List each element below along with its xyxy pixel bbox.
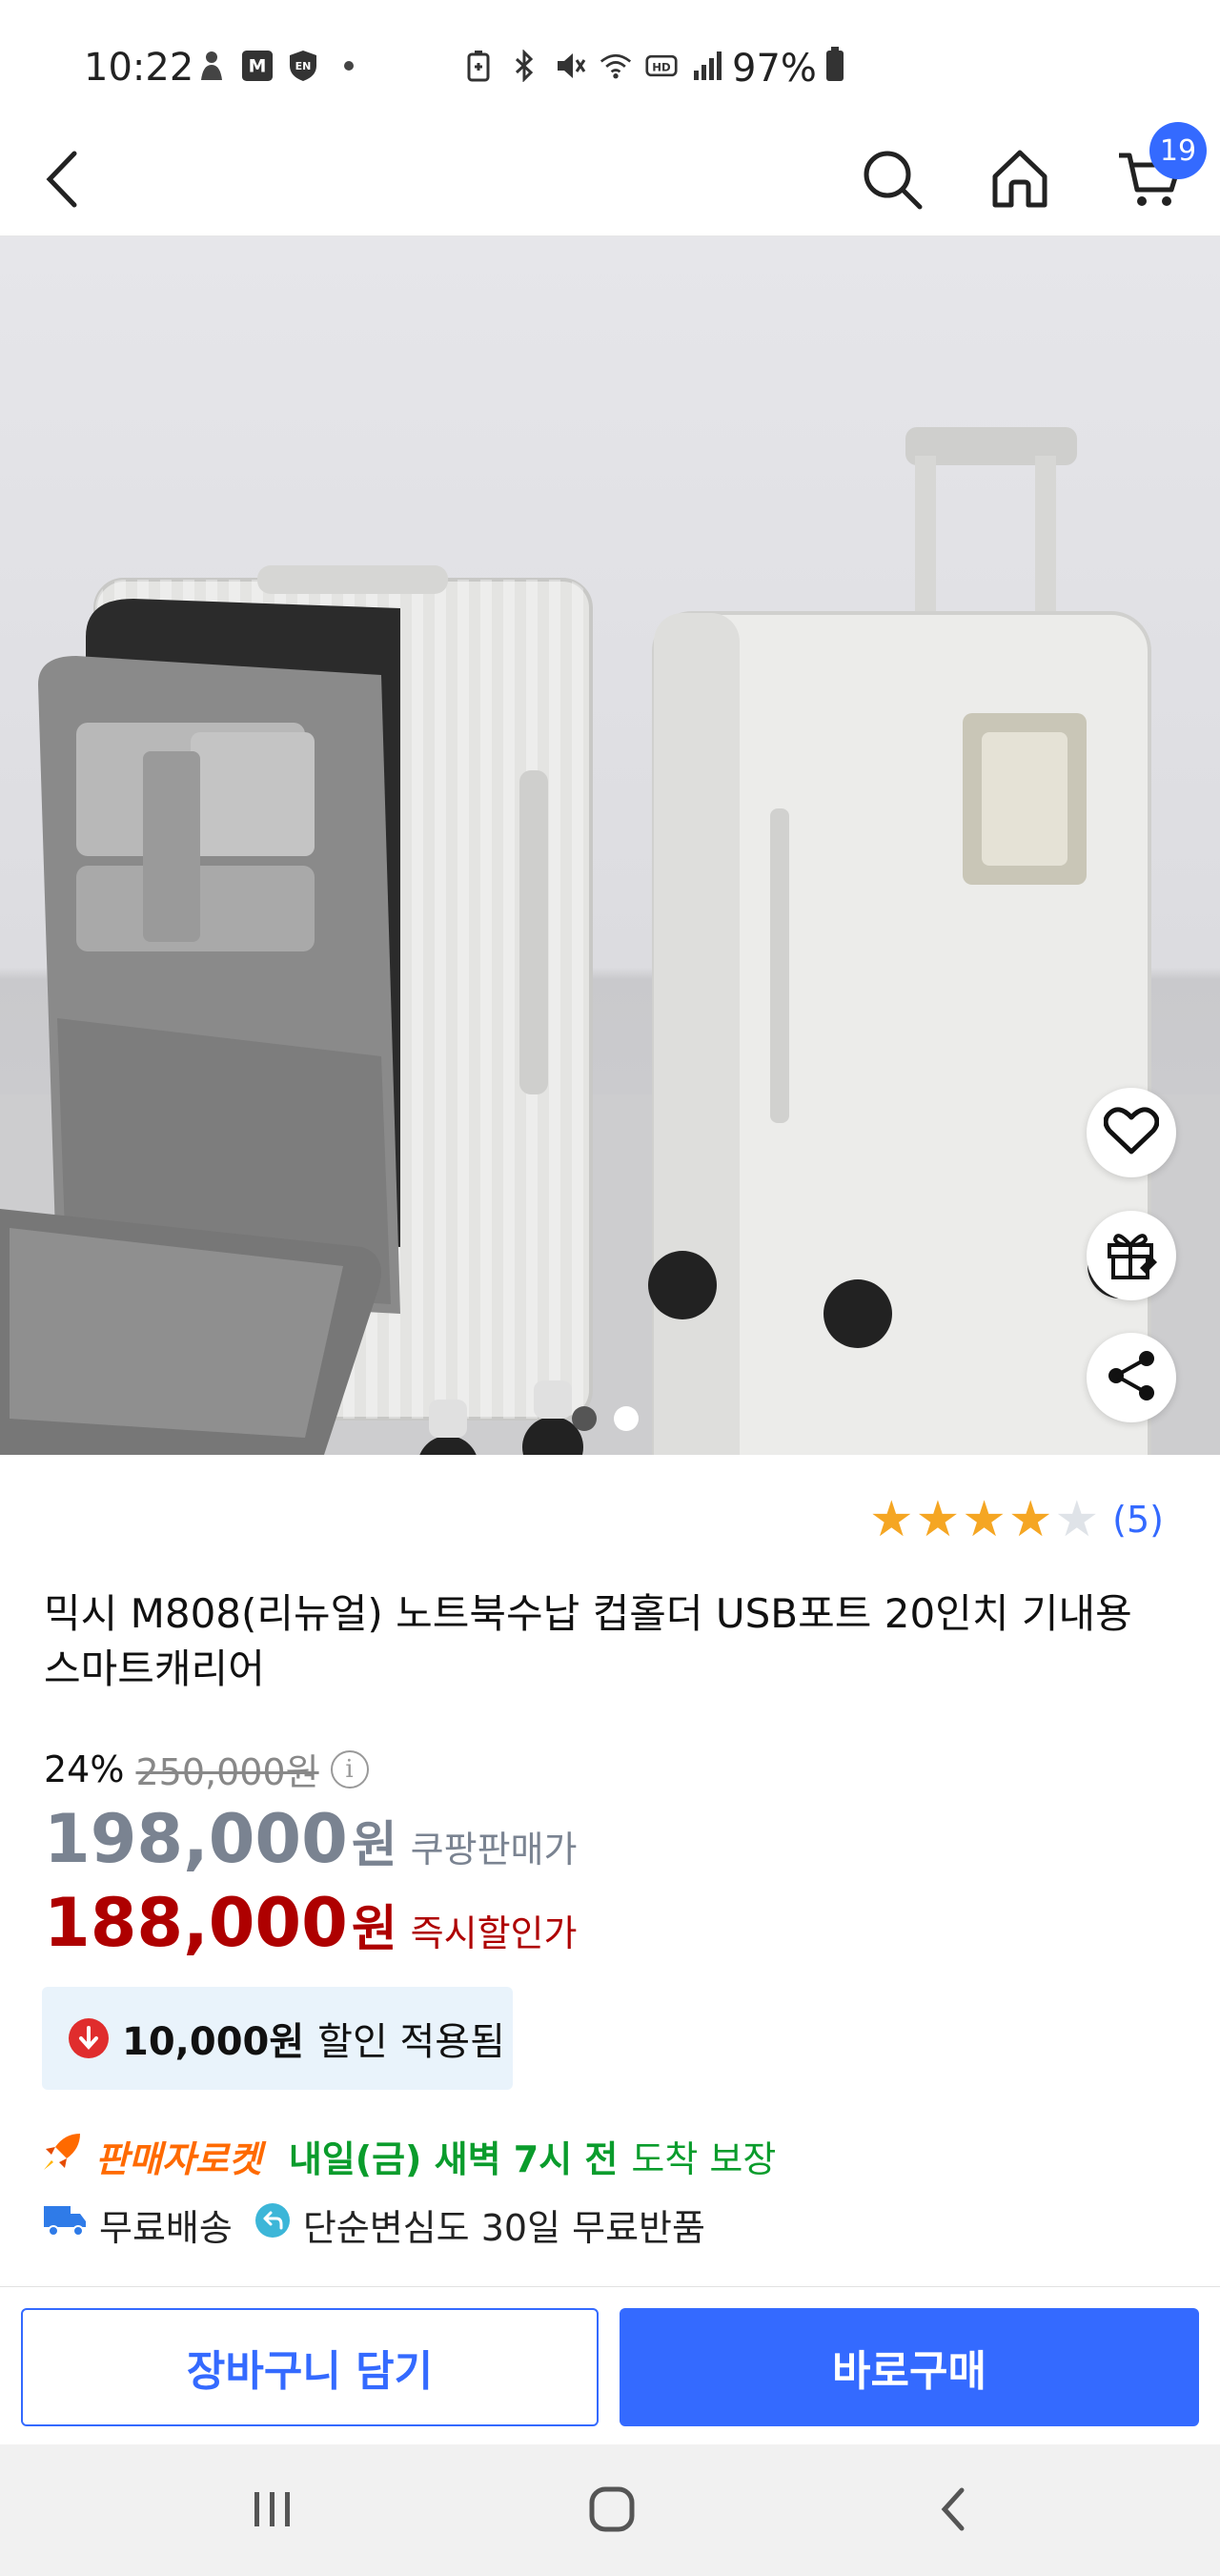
product-title: 믹시 M808(리뉴얼) 노트북수납 컵홀더 USB포트 20인치 기내용 스마… bbox=[44, 1590, 1132, 1692]
suitcase-photo bbox=[0, 427, 1220, 1455]
home-nav-button[interactable] bbox=[564, 2473, 660, 2549]
coupang-price-label: 쿠팡판매가 bbox=[410, 1829, 578, 1871]
instant-price-unit: 원 bbox=[351, 1901, 397, 1958]
coupang-price: 198,000 원 쿠팡판매가 bbox=[44, 1800, 577, 1878]
rocket-label: 판매자로켓 bbox=[95, 2138, 262, 2180]
truck-icon bbox=[42, 2202, 88, 2247]
discount-rate: 24% bbox=[44, 1748, 125, 1790]
coupang-price-unit: 원 bbox=[351, 1817, 397, 1874]
battery-icon bbox=[824, 46, 845, 92]
back-button[interactable] bbox=[23, 143, 99, 219]
pagination-dot[interactable] bbox=[614, 1406, 639, 1431]
delivery-info: 판매자로켓 내일(금) 새벽 7시 전 도착 보장 bbox=[42, 2130, 776, 2182]
person-icon bbox=[195, 50, 228, 82]
recent-apps-icon bbox=[251, 2488, 295, 2534]
svg-text:HD: HD bbox=[652, 60, 671, 73]
gift-button[interactable] bbox=[1087, 1211, 1176, 1300]
return-icon bbox=[254, 2201, 292, 2248]
add-to-cart-button[interactable]: 장바구니 담기 bbox=[21, 2308, 599, 2426]
coupon-text: 할인 적용됨 bbox=[317, 2020, 505, 2064]
wishlist-button[interactable] bbox=[1087, 1088, 1176, 1177]
chevron-left-icon bbox=[42, 150, 80, 213]
share-button[interactable] bbox=[1087, 1333, 1176, 1422]
star-icon: ★ bbox=[869, 1491, 914, 1548]
pagination-dot-active[interactable] bbox=[572, 1406, 597, 1431]
instant-price-value: 188,000 bbox=[44, 1884, 348, 1962]
svg-text:M: M bbox=[249, 56, 267, 77]
info-icon[interactable]: i bbox=[330, 1749, 369, 1789]
recent-apps-button[interactable] bbox=[225, 2473, 320, 2549]
status-time: 10:22 bbox=[84, 46, 194, 90]
system-nav-bar bbox=[0, 2444, 1220, 2576]
product-image[interactable] bbox=[0, 236, 1220, 1455]
shipping-info: 무료배송 단순변심도 30일 무료반품 bbox=[42, 2198, 705, 2251]
discount-line: 24% 250,000원 i bbox=[44, 1743, 369, 1795]
m-stock-app-icon: M bbox=[241, 50, 274, 82]
coupon-amount: 10,000원 bbox=[122, 2020, 305, 2064]
bluetooth-icon bbox=[508, 50, 540, 82]
home-button[interactable] bbox=[982, 143, 1058, 219]
search-icon bbox=[861, 148, 924, 215]
star-icon: ★ bbox=[1007, 1491, 1053, 1548]
home-icon bbox=[990, 148, 1049, 215]
back-nav-icon bbox=[939, 2486, 967, 2536]
svg-text:EN: EN bbox=[295, 60, 312, 72]
rocket-icon bbox=[42, 2132, 82, 2180]
wifi-icon bbox=[600, 50, 632, 82]
signal-icon bbox=[691, 50, 723, 82]
dot-icon bbox=[333, 50, 365, 82]
star-icon: ★ bbox=[962, 1491, 1006, 1548]
gift-icon bbox=[1104, 1226, 1159, 1285]
star-empty-icon: ★ bbox=[1054, 1491, 1100, 1548]
search-button[interactable] bbox=[854, 143, 930, 219]
mute-icon bbox=[554, 50, 586, 82]
rating[interactable]: ★ ★ ★ ★ ★ (5) bbox=[869, 1495, 1164, 1544]
hd-icon: HD bbox=[645, 50, 678, 82]
free-return: 단순변심도 30일 무료반품 bbox=[302, 2207, 705, 2249]
delivery-time: 내일(금) 새벽 7시 전 bbox=[288, 2138, 619, 2180]
coupang-price-value: 198,000 bbox=[44, 1800, 348, 1878]
battery-percent: 97% bbox=[732, 47, 817, 91]
coupon-banner[interactable]: 10,000원 할인 적용됨 bbox=[42, 1987, 513, 2090]
down-arrow-icon bbox=[69, 2018, 109, 2058]
star-icon: ★ bbox=[915, 1491, 961, 1548]
instant-price-label: 즉시할인가 bbox=[410, 1912, 578, 1954]
gallery-pagination bbox=[572, 1406, 639, 1431]
instant-price: 188,000 원 즉시할인가 bbox=[44, 1884, 577, 1962]
product-page: 10:22 M EN HD 97% 19 ★ ★ ★ ★ ★ (5) 믹시 M8… bbox=[0, 0, 1220, 2576]
buy-now-button[interactable]: 바로구매 bbox=[620, 2308, 1199, 2426]
back-nav-button[interactable] bbox=[905, 2473, 1001, 2549]
original-price: 250,000원 bbox=[135, 1751, 319, 1793]
free-shipping: 무료배송 bbox=[99, 2207, 233, 2249]
share-icon bbox=[1105, 1349, 1158, 1406]
delivery-guarantee: 도착 보장 bbox=[631, 2138, 777, 2180]
home-circle-icon bbox=[588, 2485, 636, 2537]
app-header bbox=[0, 124, 1220, 236]
cart-count-badge: 19 bbox=[1149, 122, 1207, 179]
status-bar: 10:22 M EN HD 97% bbox=[0, 0, 1220, 124]
en-shield-icon: EN bbox=[287, 50, 319, 82]
heart-icon bbox=[1103, 1106, 1160, 1159]
battery-saver-icon bbox=[462, 50, 495, 82]
rating-count[interactable]: (5) bbox=[1112, 1499, 1164, 1541]
purchase-action-bar: 장바구니 담기 바로구매 bbox=[0, 2286, 1220, 2444]
